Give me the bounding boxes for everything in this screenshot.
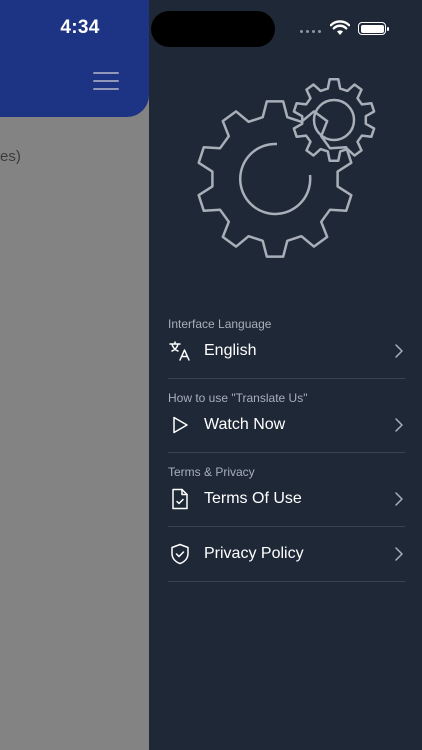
document-check-icon: [168, 487, 192, 511]
divider: [168, 452, 405, 453]
battery-icon: [358, 22, 389, 35]
terms-of-use-row[interactable]: Terms Of Use: [168, 479, 405, 519]
watch-now-label: Watch Now: [204, 416, 286, 433]
shield-check-icon: [168, 542, 192, 566]
settings-gears-icon: [197, 77, 376, 258]
divider: [168, 526, 405, 527]
translate-icon: [168, 339, 192, 363]
status-time: 4:34: [60, 17, 100, 38]
language-value: English: [204, 342, 257, 359]
wifi-icon: [330, 20, 350, 35]
main-screen-dimmed[interactable]: 4:34 es): [0, 0, 149, 750]
chevron-right-icon: [395, 418, 403, 432]
hamburger-menu-icon[interactable]: [93, 70, 119, 92]
signal-dots-icon: [300, 30, 324, 34]
privacy-policy-row[interactable]: Privacy Policy: [168, 534, 405, 574]
chevron-right-icon: [395, 547, 403, 561]
divider: [168, 581, 405, 582]
divider: [168, 378, 405, 379]
section-label-how-to-use: How to use "Translate Us": [168, 391, 308, 405]
partial-text: es): [0, 148, 21, 165]
play-icon: [168, 413, 192, 437]
dynamic-island: [151, 11, 275, 47]
section-label-interface-language: Interface Language: [168, 317, 272, 331]
app-header: 4:34: [0, 0, 149, 117]
chevron-right-icon: [395, 344, 403, 358]
language-row[interactable]: English: [168, 331, 405, 371]
chevron-right-icon: [395, 492, 403, 506]
watch-now-row[interactable]: Watch Now: [168, 405, 405, 445]
section-label-terms-privacy: Terms & Privacy: [168, 465, 255, 479]
terms-of-use-label: Terms Of Use: [204, 490, 302, 507]
privacy-policy-label: Privacy Policy: [204, 545, 304, 562]
